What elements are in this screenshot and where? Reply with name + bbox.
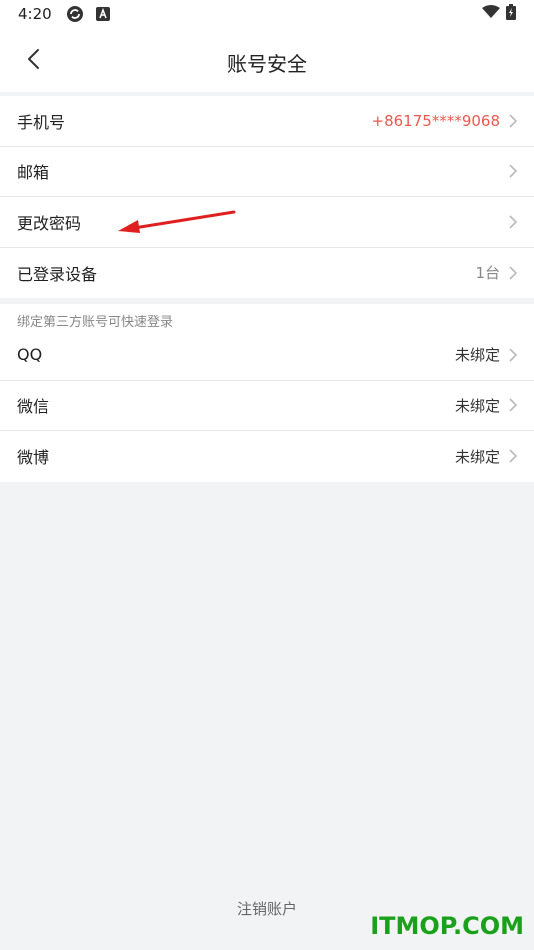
logged-devices-count: 1台 — [475, 264, 500, 283]
status-time: 4:20 — [18, 5, 52, 23]
page-title: 账号安全 — [227, 52, 307, 76]
annotation-arrow-icon — [118, 210, 236, 233]
watermark-logo: ITMOP.COM — [370, 912, 524, 940]
wechat-status: 未绑定 — [454, 396, 500, 415]
email-row[interactable]: 邮箱 — [0, 147, 534, 197]
logged-devices-label: 已登录设备 — [17, 264, 98, 284]
change-password-label: 更改密码 — [17, 213, 82, 233]
chevron-right-icon — [508, 265, 518, 281]
battery-icon — [506, 4, 516, 24]
weibo-label: 微博 — [17, 448, 50, 468]
phone-row[interactable]: 手机号 +86175****9068 — [0, 96, 534, 147]
chevron-right-icon — [508, 347, 518, 363]
title-bar: 账号安全 — [0, 28, 534, 92]
chevron-right-icon — [508, 214, 518, 230]
sync-icon — [66, 5, 84, 23]
wechat-row[interactable]: 微信 未绑定 — [0, 381, 534, 431]
chevron-right-icon — [508, 448, 518, 464]
chevron-right-icon — [508, 113, 518, 129]
email-label: 邮箱 — [17, 163, 50, 183]
wifi-icon — [482, 5, 500, 23]
qq-row[interactable]: QQ 未绑定 — [0, 330, 534, 381]
qq-status: 未绑定 — [454, 346, 500, 365]
wechat-label: 微信 — [17, 397, 50, 417]
third-party-section-label: 绑定第三方账号可快速登录 — [17, 315, 174, 330]
status-bar: 4:20 — [0, 0, 534, 28]
chevron-right-icon — [508, 397, 518, 413]
weibo-status: 未绑定 — [454, 447, 500, 466]
change-password-row[interactable]: 更改密码 — [0, 197, 534, 248]
phone-label: 手机号 — [17, 112, 66, 132]
weibo-row[interactable]: 微博 未绑定 — [0, 431, 534, 482]
third-party-group: 绑定第三方账号可快速登录 QQ 未绑定 微信 未绑定 微博 未绑定 — [0, 304, 534, 482]
chevron-right-icon — [508, 163, 518, 179]
phone-value: +86175****9068 — [371, 111, 500, 130]
app-notification-icon — [95, 7, 110, 21]
qq-label: QQ — [17, 345, 43, 365]
account-settings-group: 手机号 +86175****9068 邮箱 更改密码 已登录设备 1台 — [0, 96, 534, 298]
logged-devices-row[interactable]: 已登录设备 1台 — [0, 248, 534, 299]
